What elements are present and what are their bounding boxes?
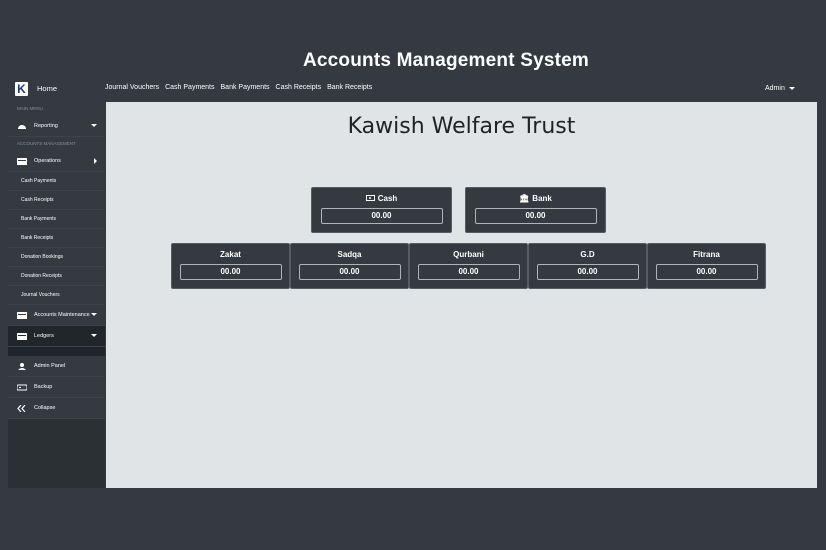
user-menu[interactable]: Admin — [765, 85, 795, 92]
chevron-down-icon — [91, 124, 97, 127]
brand-logo[interactable]: K — [15, 82, 28, 96]
fund-card-label: Zakat — [220, 250, 241, 259]
cash-card-label: Cash — [377, 194, 398, 203]
sidebar-subitem-donation-receipts[interactable]: Donation Receipts — [8, 267, 105, 286]
bank-card-value: 00.00 — [474, 208, 597, 224]
nav-home-link[interactable]: Home — [37, 84, 57, 93]
sidebar-item-label: Admin Panel — [34, 363, 66, 369]
sidebar-subitem-cash-payments[interactable]: Cash Payments — [8, 172, 105, 191]
sidebar-item-accounts-maintenance[interactable]: Accounts Maintenance — [8, 305, 105, 326]
user-icon — [18, 362, 26, 370]
bank-card: 🏛 Bank 00.00 — [465, 187, 606, 233]
chevron-down-icon — [788, 86, 795, 90]
sidebar-subitem-bank-receipts[interactable]: Bank Receipts — [8, 229, 105, 248]
sidebar-item-backup[interactable]: Backup — [8, 377, 105, 398]
nav-link-journal-vouchers[interactable]: Journal Vouchers — [105, 84, 159, 91]
main-content: Kawish Welfare Trust Cash 00.00 🏛 Bank 00… — [106, 102, 817, 488]
fund-card-fitrana: Fitrana 00.00 — [647, 243, 766, 289]
list-icon — [17, 311, 27, 319]
fund-card-label: G.D — [580, 250, 595, 259]
hard-drive-icon — [17, 384, 27, 390]
sidebar-item-label: Reporting — [34, 123, 58, 129]
cash-card-value: 00.00 — [320, 208, 443, 224]
nav-links: Journal Vouchers Cash Payments Bank Paym… — [105, 84, 372, 91]
sidebar-item-label: Operations — [34, 158, 61, 164]
nav-link-bank-payments[interactable]: Bank Payments — [221, 84, 270, 91]
sidebar-subitem-donation-bookings[interactable]: Donation Bookings — [8, 248, 105, 267]
fund-card-value: 00.00 — [298, 264, 401, 280]
fund-card-qurbani: Qurbani 00.00 — [409, 243, 528, 289]
list-icon — [17, 332, 27, 340]
sidebar: MAIN MENU Reporting ACCOUNTS MANAGEMENT … — [8, 102, 105, 488]
fund-card-zakat: Zakat 00.00 — [171, 243, 290, 289]
sidebar-item-reporting[interactable]: Reporting — [8, 116, 105, 137]
fund-card-value: 00.00 — [179, 264, 282, 280]
sidebar-subitem-bank-payments[interactable]: Bank Payments — [8, 210, 105, 229]
fund-card-label: Qurbani — [453, 250, 484, 259]
sidebar-item-collapse[interactable]: Collapse — [8, 398, 105, 419]
nav-link-bank-receipts[interactable]: Bank Receipts — [327, 84, 372, 91]
sidebar-heading-main-menu: MAIN MENU — [8, 102, 105, 116]
nav-link-cash-payments[interactable]: Cash Payments — [165, 84, 214, 91]
chevron-down-icon — [91, 334, 97, 337]
list-icon — [17, 157, 27, 165]
fund-card-value: 00.00 — [655, 264, 758, 280]
chevron-right-icon — [94, 158, 97, 164]
sidebar-item-label: Ledgers — [34, 333, 54, 339]
cash-card: Cash 00.00 — [311, 187, 452, 233]
organization-title: Kawish Welfare Trust — [347, 114, 576, 139]
dashboard-icon — [18, 124, 26, 129]
fund-card-label: Sadqa — [337, 250, 362, 259]
top-navbar: K Home Journal Vouchers Cash Payments Ba… — [0, 80, 826, 100]
fund-card-sadqa: Sadqa 00.00 — [290, 243, 409, 289]
fund-card-value: 00.00 — [536, 264, 639, 280]
sidebar-subitem-cash-receipts[interactable]: Cash Receipts — [8, 191, 105, 210]
bank-card-label: Bank — [532, 194, 552, 203]
sidebar-item-label: Backup — [34, 384, 53, 390]
chevron-down-icon — [91, 313, 97, 316]
sidebar-heading-accounts: ACCOUNTS MANAGEMENT — [8, 137, 105, 151]
sidebar-item-label: Collapse — [34, 405, 56, 411]
fund-card-label: Fitrana — [693, 250, 720, 259]
double-chevron-left-icon — [17, 404, 26, 412]
bank-icon: 🏛 — [519, 194, 530, 203]
nav-link-cash-receipts[interactable]: Cash Receipts — [276, 84, 322, 91]
fund-card-gd: G.D 00.00 — [528, 243, 647, 289]
user-menu-label: Admin — [765, 85, 785, 92]
sidebar-item-operations[interactable]: Operations — [8, 151, 105, 172]
sidebar-subitem-journal-vouchers[interactable]: Journal Vouchers — [8, 286, 105, 305]
fund-card-value: 00.00 — [417, 264, 520, 280]
app-title: Accounts Management System — [302, 50, 590, 71]
sidebar-item-admin-panel[interactable]: Admin Panel — [8, 356, 105, 377]
sidebar-item-label: Accounts Maintenance — [34, 312, 90, 318]
money-bill-icon — [365, 195, 375, 201]
sidebar-divider — [8, 347, 105, 356]
sidebar-item-ledgers[interactable]: Ledgers — [8, 326, 105, 347]
